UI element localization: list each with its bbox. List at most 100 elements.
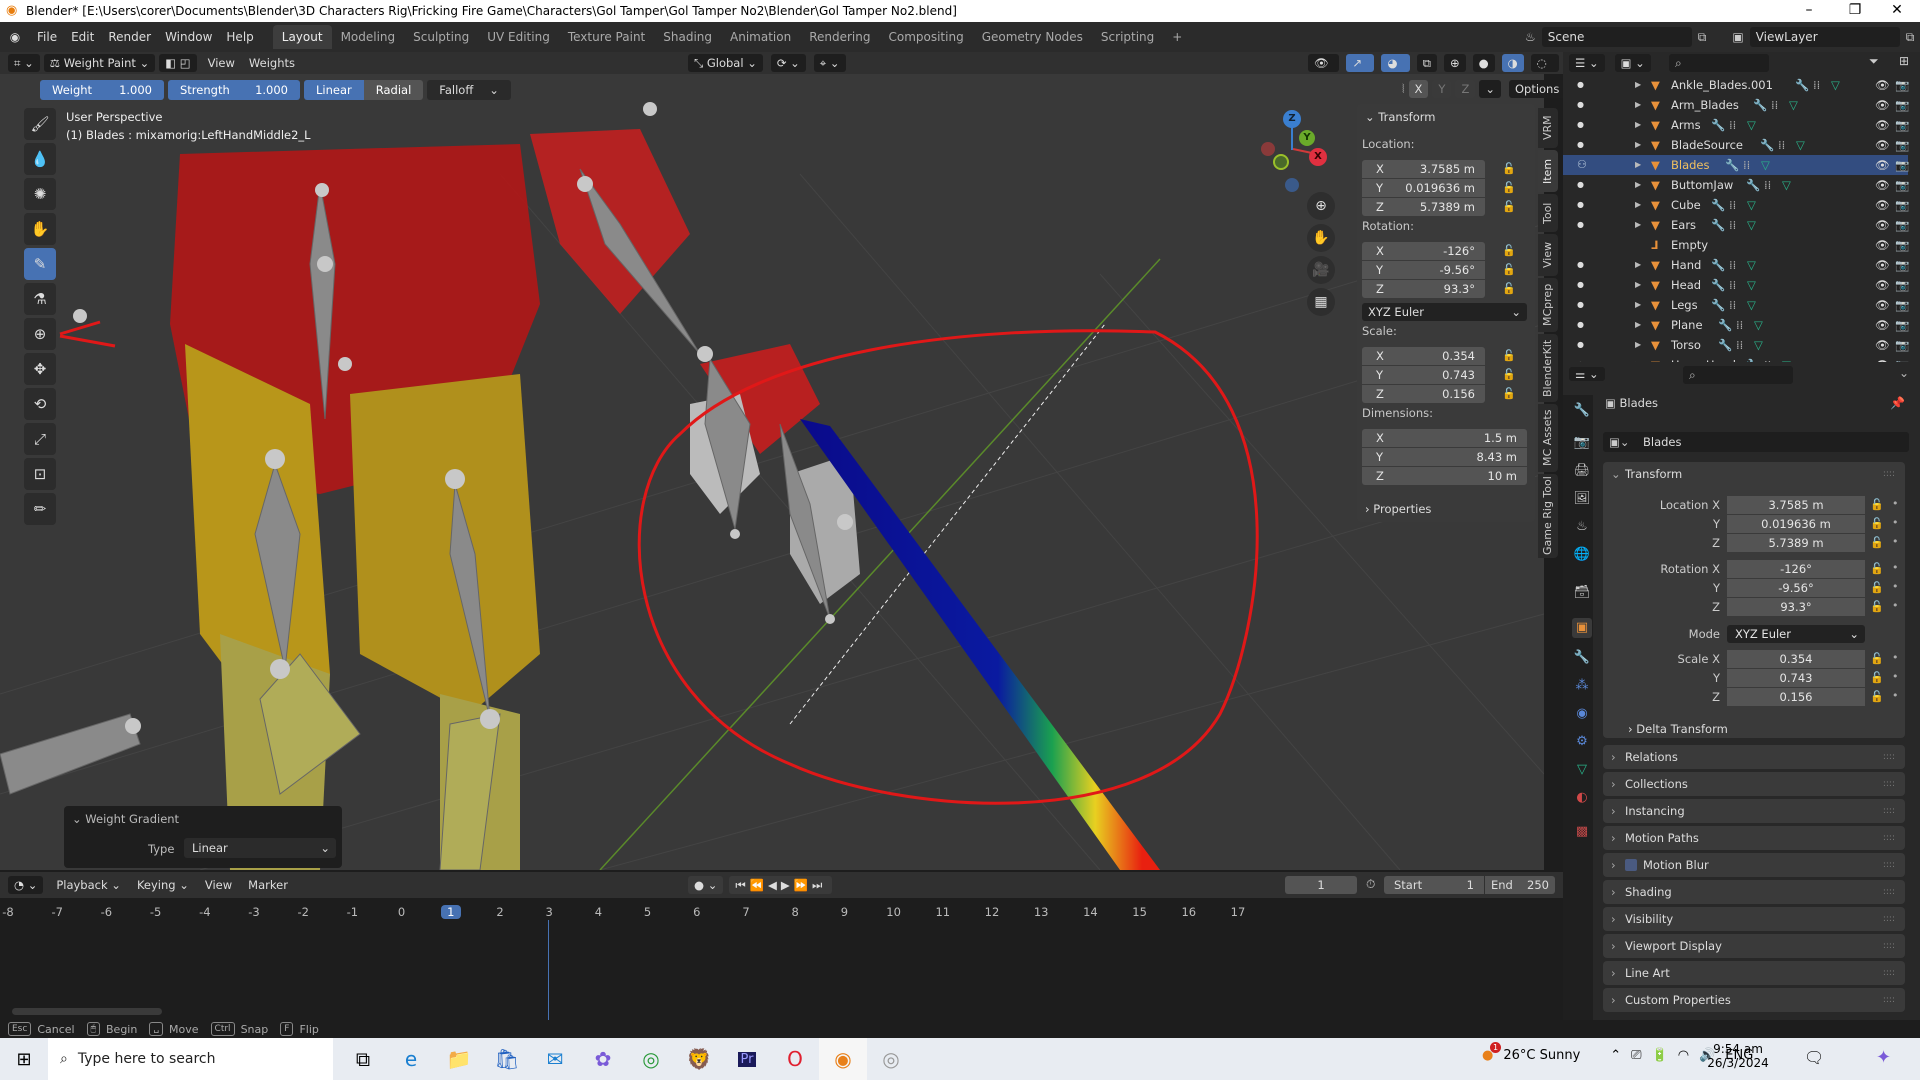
expand-arrow-icon[interactable]: ▶ [1635,215,1641,235]
camera-tray-icon[interactable]: ⎚ [1631,1048,1641,1063]
section-viewport-display[interactable]: › Viewport Display:::: [1603,934,1905,958]
section-visibility[interactable]: › Visibility:::: [1603,907,1905,931]
copilot-icon[interactable]: ✦ [1876,1047,1891,1068]
shading-rendered[interactable]: ◌ ⌄ [1530,54,1559,88]
modifier-icon[interactable]: 🔧 [1718,315,1732,335]
playback-menu[interactable]: Playback ⌄ [49,878,128,892]
gradient-linear-button[interactable]: Linear [304,80,364,100]
transform-tool-icon[interactable]: ⊡ [24,458,56,490]
tab-scripting[interactable]: Scripting [1092,25,1163,49]
expand-arrow-icon[interactable]: ▶ [1635,115,1641,135]
eye-icon[interactable]: 👁 [1875,315,1890,335]
tab-tool[interactable]: Tool [1538,194,1558,232]
scale-z-field[interactable]: Z 0.156 [1362,385,1485,403]
eye-icon[interactable]: 👁 [1875,175,1890,195]
dimensions-y-field[interactable]: Y 8.43 m [1362,448,1527,466]
lock-icon[interactable]: 🔓 [1870,498,1884,511]
menu-view[interactable]: View [201,56,242,70]
modifier-icon[interactable]: 🔧 [1725,155,1739,175]
expand-arrow-icon[interactable]: ▶ [1635,255,1641,275]
outliner-item[interactable]: ● ▶ ▼ Torso 🔧 ⁞⁞ ▽ 👁 📷 [1563,335,1909,355]
lock-icon[interactable]: 🔓 [1502,200,1516,213]
tab-modeling[interactable]: Modeling [332,25,405,49]
tab-mcprep[interactable]: MCprep [1538,278,1558,332]
tool-properties-icon[interactable]: 🔧 [1572,401,1592,421]
mode-selector[interactable]: ⚖ Weight Paint ⌄ [43,54,156,72]
outliner-item[interactable]: ● ▶ ▼ BladeSource 🔧 ⁞⁞ ▽ 👁 📷 [1563,135,1909,155]
output-properties-icon[interactable]: 🖨 [1572,461,1592,481]
mesh-data-icon[interactable]: ▽ [1761,155,1770,175]
shading-solid[interactable]: ● [1472,54,1495,72]
rotation-mode-select[interactable]: XYZ Euler ⌄ [1727,625,1865,643]
vertex-groups-icon[interactable]: ⁞⁞ [1764,355,1771,362]
task-view-icon[interactable]: ⧉ [339,1038,387,1080]
rotation-x-field[interactable]: X -126° [1362,242,1485,260]
outliner-item[interactable]: ● ▶ ▼ Ankle_Blades.001 🔧 ⁞⁞ ▽ 👁 📷 [1563,75,1909,95]
drag-handle-icon[interactable]: :::: [1883,853,1895,877]
rotation-field[interactable]: 93.3° [1727,598,1865,616]
pin-icon[interactable]: 📌 [1890,396,1905,410]
pan-view-icon[interactable]: ✋ [1307,224,1335,252]
texture-properties-icon[interactable]: ▩ [1572,822,1592,842]
expand-arrow-icon[interactable]: ▶ [1635,355,1641,362]
lock-icon[interactable]: 🔓 [1870,536,1884,549]
mesh-data-icon[interactable]: ▽ [1754,315,1763,335]
view-layer-icon[interactable]: ▣ [1732,30,1743,44]
current-frame-indicator[interactable]: 1 [440,905,461,919]
particles-properties-icon[interactable]: ⁂ [1572,676,1592,696]
shading-material[interactable]: ◑ [1501,54,1524,72]
camera-render-icon[interactable]: 📷 [1895,295,1909,315]
taskbar-search[interactable]: ⌕ Type here to search [48,1038,333,1080]
outliner-item[interactable]: ● ▶ ▼ ButtomJaw 🔧 ⁞⁞ ▽ 👁 📷 [1563,175,1909,195]
delta-transform-header[interactable]: › Delta Transform [1628,722,1728,736]
outliner-item[interactable]: ● ▶ ▼ Ears 🔧 ⁞⁞ ▽ 👁 📷 [1563,215,1909,235]
lock-icon[interactable]: 🔓 [1502,349,1516,362]
section-motion-paths[interactable]: › Motion Paths:::: [1603,826,1905,850]
mesh-data-icon[interactable]: ▽ [1747,215,1756,235]
expand-arrow-icon[interactable]: ▶ [1635,275,1641,295]
properties-editor-type-icon[interactable]: ⚌ ⌄ [1569,365,1609,383]
display-mode-icon[interactable]: ☰ ⌄ [1569,54,1605,72]
tab-animation[interactable]: Animation [721,25,800,49]
camera-render-icon[interactable]: 📷 [1895,255,1909,275]
sample-weight-icon[interactable]: ⚗ [24,283,56,315]
keyframe-dot-icon[interactable]: • [1892,580,1899,593]
camera-render-icon[interactable]: 📷 [1895,155,1909,175]
vertex-groups-icon[interactable]: ⁞⁞ [1729,275,1736,295]
camera-render-icon[interactable]: 📷 [1895,95,1909,115]
lock-icon[interactable]: 🔓 [1870,652,1884,665]
scale-y-field[interactable]: Y 0.743 [1362,366,1485,384]
weather-icon[interactable]: ● 1 [1482,1042,1501,1063]
vertex-groups-icon[interactable]: ⁞⁞ [1729,195,1736,215]
lock-icon[interactable]: 🔓 [1502,162,1516,175]
vertex-groups-icon[interactable]: ⁞⁞ [1813,75,1820,95]
tab-geometry-nodes[interactable]: Geometry Nodes [973,25,1092,49]
blender-taskbar-icon[interactable]: ◉ [819,1038,867,1080]
view-layer-properties-icon[interactable]: 🖼 [1572,489,1592,509]
falloff-dropdown[interactable]: Falloff ⌄ [427,80,511,100]
drag-handle-icon[interactable]: :::: [1883,880,1895,904]
tab-uv-editing[interactable]: UV Editing [478,25,559,49]
editor-type-button[interactable]: ⌗ ⌄ [8,54,40,72]
mesh-data-icon[interactable]: ▽ [1754,335,1763,355]
lock-icon[interactable]: 🔓 [1502,387,1516,400]
gizmo-z-axis[interactable]: Z [1283,110,1301,128]
scale-field[interactable]: 0.354 [1727,650,1865,668]
tab-shading[interactable]: Shading [654,25,721,49]
mail-icon[interactable]: ✉ [531,1038,579,1080]
drag-handle-icon[interactable]: :::: [1883,826,1895,850]
vertex-groups-icon[interactable]: ⁞⁞ [1778,135,1785,155]
mesh-data-icon[interactable]: ▽ [1747,255,1756,275]
outliner-search-input[interactable]: ⌕ [1669,54,1769,72]
keyframe-dot-icon[interactable]: • [1892,497,1899,510]
camera-render-icon[interactable]: 📷 [1895,315,1909,335]
vertex-groups-icon[interactable]: ⁞⁞ [1729,295,1736,315]
ortho-toggle-icon[interactable]: ▦ [1307,288,1335,316]
brave-icon[interactable]: 🦁 [675,1038,723,1080]
playhead-line[interactable] [548,920,549,1020]
tab-texture-paint[interactable]: Texture Paint [559,25,654,49]
vertex-groups-icon[interactable]: ⁞⁞ [1736,335,1743,355]
axis-y-toggle[interactable]: Y [1432,80,1452,98]
opera-icon[interactable]: O [771,1038,819,1080]
modifier-icon[interactable]: 🔧 [1760,135,1774,155]
